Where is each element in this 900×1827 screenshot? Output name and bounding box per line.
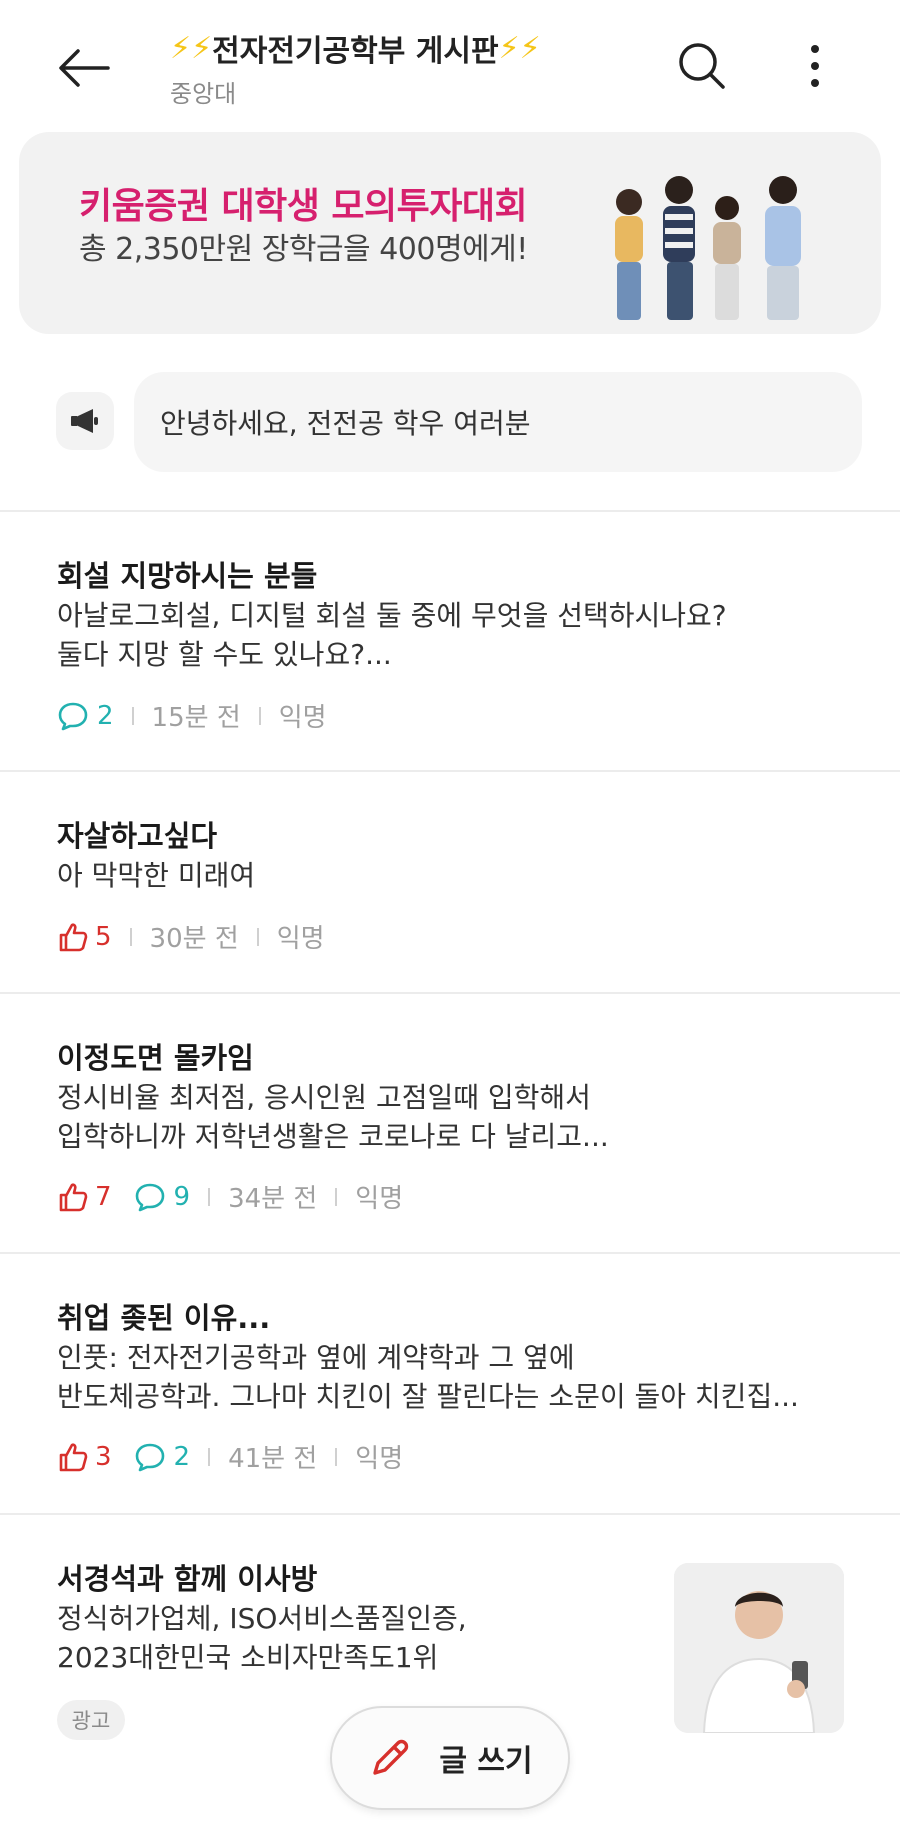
post-meta: 2 15분 전 익명 bbox=[57, 697, 327, 734]
pencil-icon bbox=[373, 1739, 409, 1775]
banner-subtitle: 총 2,350만원 장학금을 400명에게! bbox=[79, 232, 528, 267]
post-preview-line: 입학하니까 저학년생활은 코로나로 다 날리고... bbox=[57, 1120, 609, 1153]
post-preview-line: 정시비율 최저점, 응시인원 고점일때 입학해서 bbox=[57, 1081, 591, 1114]
post-preview: 아 막막한 미래여 bbox=[57, 856, 255, 895]
divider bbox=[0, 770, 900, 772]
post-title: 이정도면 몰카임 bbox=[57, 1041, 254, 1075]
divider bbox=[0, 992, 900, 994]
divider bbox=[0, 1513, 900, 1515]
board-title-area: ⚡⚡ 전자전기공학부 게시판 ⚡⚡ 중앙대 bbox=[170, 26, 630, 109]
separator bbox=[335, 1447, 338, 1466]
post-preview-line: 반도체공학과. 그나마 치킨이 잘 팔린다는 소문이 돌아 치킨집... bbox=[57, 1380, 799, 1413]
ad-badge: 광고 bbox=[57, 1700, 125, 1740]
more-options-button[interactable] bbox=[790, 36, 840, 96]
thumbs-up-icon bbox=[59, 1442, 88, 1471]
post-preview-line: 둘다 지망 할 수도 있나요?... bbox=[57, 638, 392, 671]
post-meta: 3 2 41분 전 익명 bbox=[57, 1438, 403, 1475]
thumbs-up-icon bbox=[59, 1182, 88, 1211]
separator bbox=[258, 706, 261, 725]
separator bbox=[335, 1187, 338, 1206]
post-author: 익명 bbox=[278, 703, 327, 733]
comment-icon bbox=[135, 1443, 164, 1471]
post-preview: 인풋: 전자전기공학과 옆에 계약학과 그 옆에 반도체공학과. 그나마 치킨이… bbox=[57, 1338, 799, 1416]
divider bbox=[0, 510, 900, 512]
board-title-text: 전자전기공학부 게시판 bbox=[212, 34, 499, 69]
post-time: 41분 전 bbox=[228, 1444, 318, 1474]
ad-preview: 정식허가업체, ISO서비스품질인증, 2023대한민국 소비자만족도1위 bbox=[57, 1599, 467, 1677]
post-preview: 정시비율 최저점, 응시인원 고점일때 입학해서 입학하니까 저학년생활은 코로… bbox=[57, 1078, 609, 1156]
separator bbox=[208, 1187, 211, 1206]
separator bbox=[208, 1447, 211, 1466]
ad-preview-line: 정식허가업체, ISO서비스품질인증, bbox=[57, 1602, 467, 1635]
post-title: 취업 좆된 이유... bbox=[57, 1301, 271, 1335]
comment-count: 2 bbox=[97, 700, 114, 731]
separator bbox=[256, 927, 259, 946]
lightning-icon: ⚡⚡ bbox=[498, 30, 541, 66]
notice-text: 안녕하세요, 전전공 학우 여러분 bbox=[160, 407, 531, 440]
ad-title: 서경석과 함께 이사방 bbox=[57, 1562, 318, 1596]
post-title: 자살하고싶다 bbox=[57, 819, 218, 853]
comment-icon bbox=[58, 702, 88, 730]
divider bbox=[0, 1252, 900, 1254]
ad-person-image bbox=[674, 1563, 844, 1733]
notice-icon-box bbox=[56, 392, 114, 450]
search-icon bbox=[679, 43, 725, 89]
search-button[interactable] bbox=[672, 36, 732, 96]
post-preview-line: 아 막막한 미래여 bbox=[57, 859, 256, 892]
comment-icon bbox=[135, 1183, 164, 1211]
separator bbox=[129, 927, 132, 946]
post-meta: 5 30분 전 익명 bbox=[57, 918, 325, 955]
like-count: 5 bbox=[95, 921, 112, 952]
write-post-button[interactable]: 글 쓰기 bbox=[330, 1706, 570, 1810]
like-count: 3 bbox=[95, 1441, 112, 1472]
post-preview-line: 인풋: 전자전기공학과 옆에 계약학과 그 옆에 bbox=[57, 1341, 575, 1374]
banner-title: 키움증권 대학생 모의투자대회 bbox=[79, 186, 528, 227]
post-time: 15분 전 bbox=[151, 703, 241, 733]
banner-people-image bbox=[615, 176, 801, 320]
back-button[interactable] bbox=[52, 36, 116, 100]
like-count: 7 bbox=[95, 1181, 112, 1212]
post-title: 회설 지망하시는 분들 bbox=[57, 559, 318, 593]
school-name: 중앙대 bbox=[170, 80, 237, 108]
post-time: 30분 전 bbox=[149, 924, 239, 954]
comment-count: 2 bbox=[173, 1441, 191, 1472]
notice-banner[interactable]: 안녕하세요, 전전공 학우 여러분 bbox=[134, 372, 862, 472]
board-title: ⚡⚡ 전자전기공학부 게시판 ⚡⚡ bbox=[170, 26, 630, 70]
ad-preview-line: 2023대한민국 소비자만족도1위 bbox=[57, 1641, 439, 1674]
ad-thumbnail bbox=[674, 1563, 844, 1733]
separator bbox=[131, 706, 134, 725]
post-time: 34분 전 bbox=[228, 1184, 318, 1214]
ad-banner[interactable]: 키움증권 대학생 모의투자대회 총 2,350만원 장학금을 400명에게! bbox=[19, 132, 881, 334]
megaphone-icon bbox=[71, 409, 98, 433]
post-author: 익명 bbox=[355, 1184, 404, 1214]
top-bar: ⚡⚡ 전자전기공학부 게시판 ⚡⚡ 중앙대 bbox=[0, 0, 900, 128]
lightning-icon: ⚡⚡ bbox=[170, 30, 213, 66]
write-button-label: 글 쓰기 bbox=[439, 1744, 533, 1779]
more-vertical-icon bbox=[811, 45, 819, 87]
thumbs-up-icon bbox=[59, 922, 88, 951]
comment-count: 9 bbox=[173, 1181, 191, 1212]
post-author: 익명 bbox=[276, 924, 325, 954]
back-arrow-icon bbox=[59, 49, 110, 87]
post-preview-line: 아날로그회설, 디지털 회설 둘 중에 무엇을 선택하시나요? bbox=[57, 599, 727, 632]
post-meta: 7 9 34분 전 익명 bbox=[57, 1178, 403, 1215]
post-preview: 아날로그회설, 디지털 회설 둘 중에 무엇을 선택하시나요? 둘다 지망 할 … bbox=[57, 596, 727, 674]
post-author: 익명 bbox=[355, 1444, 404, 1474]
